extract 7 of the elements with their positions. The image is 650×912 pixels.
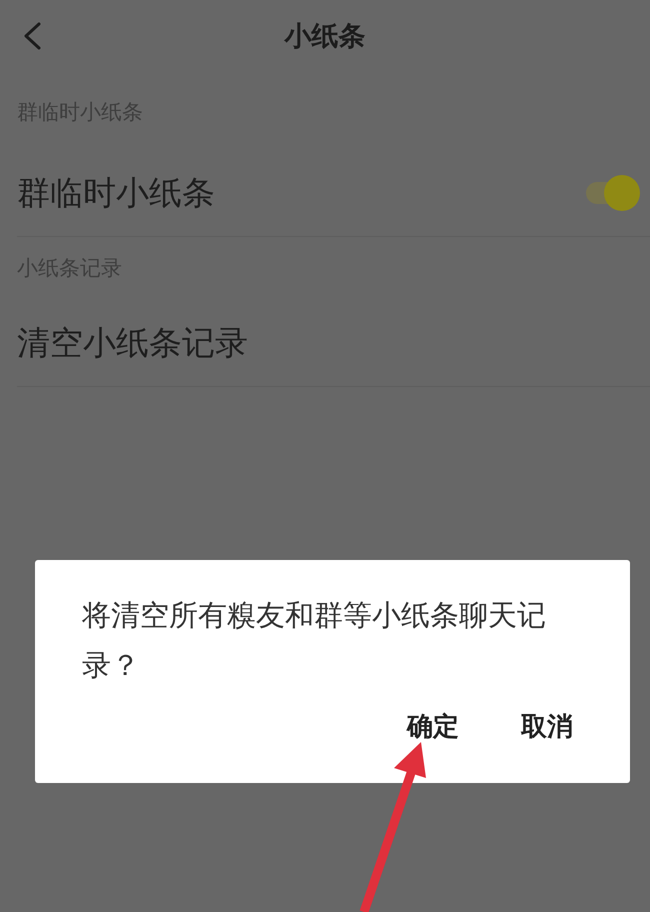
back-icon[interactable] xyxy=(22,22,42,50)
dialog-button[interactable]: 取消 xyxy=(521,708,573,747)
dialog-button[interactable]: 确定 xyxy=(407,708,459,747)
setting-label: 群临时小纸条 xyxy=(17,172,215,214)
page-title: 小纸条 xyxy=(284,20,366,54)
toggle-switch[interactable] xyxy=(584,175,640,211)
dialog-message: 将清空所有糗友和群等小纸条聊天记录？ xyxy=(82,597,547,684)
